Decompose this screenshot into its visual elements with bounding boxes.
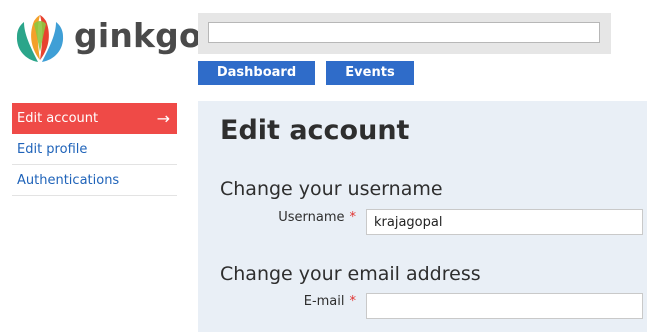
- arrow-right-icon: →: [156, 109, 170, 128]
- search-bar: [198, 13, 611, 54]
- page-title: Edit account: [220, 115, 410, 146]
- username-label-text: Username: [278, 210, 345, 225]
- username-section-title: Change your username: [220, 178, 443, 200]
- email-section-title: Change your email address: [220, 263, 481, 285]
- sidebar: Edit account → Edit profile Authenticati…: [12, 103, 177, 196]
- email-label: E-mail *: [304, 294, 356, 309]
- username-label: Username *: [278, 210, 356, 225]
- sidebar-item-edit-profile[interactable]: Edit profile: [12, 134, 177, 165]
- sidebar-item-authentications[interactable]: Authentications: [12, 165, 177, 196]
- logo[interactable]: ginkgo: [12, 12, 202, 68]
- email-input[interactable]: [366, 293, 643, 319]
- required-marker: *: [349, 210, 357, 225]
- search-input[interactable]: [208, 22, 600, 43]
- username-input[interactable]: [366, 209, 643, 235]
- required-marker: *: [349, 294, 357, 309]
- sidebar-item-label: Edit profile: [17, 142, 88, 157]
- nav-events-button[interactable]: Events: [326, 61, 414, 85]
- brand-name: ginkgo: [74, 16, 202, 55]
- sidebar-item-label: Edit account: [17, 111, 99, 126]
- sidebar-item-edit-account[interactable]: Edit account →: [12, 103, 177, 134]
- nav-dashboard-button[interactable]: Dashboard: [198, 61, 315, 85]
- email-label-text: E-mail: [303, 294, 345, 309]
- ginkgo-leaf-logo-icon: [16, 15, 64, 62]
- edit-account-panel: Edit account Change your username Userna…: [198, 101, 647, 332]
- sidebar-item-label: Authentications: [17, 173, 120, 188]
